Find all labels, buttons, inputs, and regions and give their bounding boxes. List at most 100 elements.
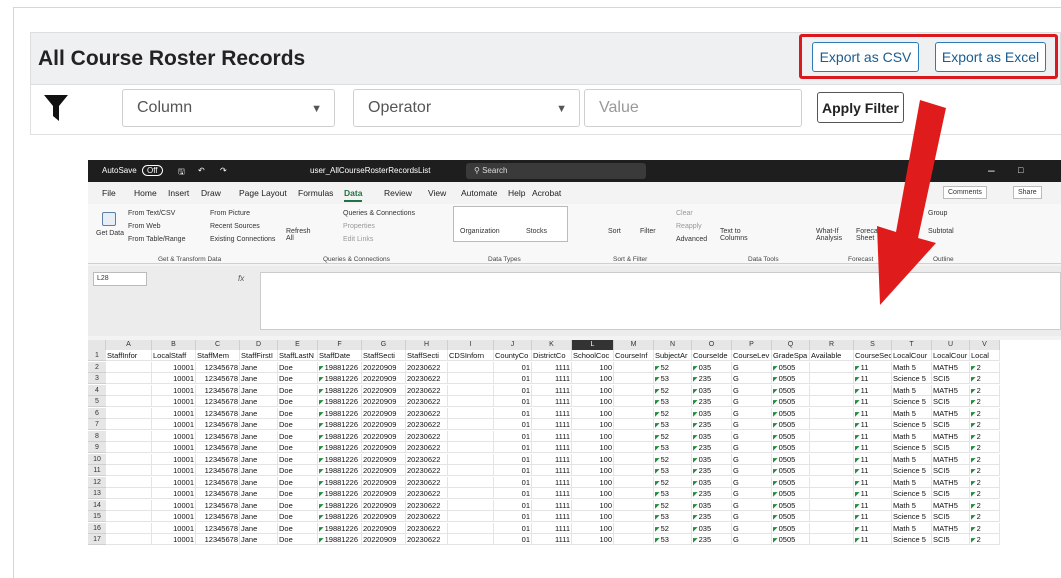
data-cell[interactable]: 01 bbox=[494, 511, 532, 522]
data-cell[interactable]: Doe bbox=[278, 499, 318, 511]
column-header-S[interactable]: S bbox=[854, 340, 892, 350]
redo-icon[interactable]: ↷ bbox=[220, 166, 227, 175]
data-cell[interactable] bbox=[614, 373, 654, 384]
data-cell[interactable]: 01 bbox=[494, 373, 532, 384]
header-cell[interactable]: StaffDate bbox=[318, 350, 362, 361]
apply-filter-button[interactable]: Apply Filter bbox=[817, 92, 904, 123]
data-cell[interactable]: 20220909 bbox=[362, 407, 406, 419]
data-cell[interactable] bbox=[448, 396, 494, 407]
data-cell[interactable]: G bbox=[732, 407, 772, 419]
data-cell[interactable] bbox=[448, 522, 494, 534]
data-cell[interactable]: SCI5 bbox=[932, 442, 970, 453]
row-number[interactable]: 2 bbox=[88, 361, 106, 373]
data-cell[interactable] bbox=[810, 361, 854, 373]
data-cell[interactable]: 01 bbox=[494, 534, 532, 545]
data-cell[interactable]: Jane bbox=[240, 384, 278, 396]
data-cell[interactable]: Jane bbox=[240, 534, 278, 545]
data-cell[interactable]: 01 bbox=[494, 488, 532, 499]
data-cell[interactable]: ◤11 bbox=[854, 534, 892, 545]
data-cell[interactable]: ◤11 bbox=[854, 488, 892, 499]
column-header-U[interactable]: U bbox=[932, 340, 970, 350]
data-cell[interactable]: MATH5 bbox=[932, 476, 970, 488]
data-cell[interactable]: ◤52 bbox=[654, 361, 692, 373]
data-cell[interactable]: ◤2 bbox=[970, 488, 1000, 499]
data-cell[interactable] bbox=[614, 534, 654, 545]
column-select[interactable]: Column ▼ bbox=[122, 89, 335, 127]
data-cell[interactable]: ◤2 bbox=[970, 511, 1000, 522]
data-cell[interactable]: ◤235 bbox=[692, 534, 732, 545]
data-cell[interactable]: ◤19881226 bbox=[318, 511, 362, 522]
share-button[interactable]: Share bbox=[1013, 186, 1042, 199]
data-cell[interactable]: ◤11 bbox=[854, 384, 892, 396]
data-cell[interactable]: MATH5 bbox=[932, 499, 970, 511]
data-cell[interactable]: 12345678 bbox=[196, 465, 240, 476]
comments-button[interactable]: Comments bbox=[943, 186, 987, 199]
data-cell[interactable]: Jane bbox=[240, 373, 278, 384]
data-cell[interactable] bbox=[106, 361, 152, 373]
data-cell[interactable]: ◤11 bbox=[854, 419, 892, 430]
data-cell[interactable] bbox=[810, 499, 854, 511]
data-cell[interactable]: Science 5 bbox=[892, 488, 932, 499]
data-cell[interactable]: ◤19881226 bbox=[318, 361, 362, 373]
data-cell[interactable]: Math 5 bbox=[892, 476, 932, 488]
row-number[interactable]: 5 bbox=[88, 396, 106, 407]
data-cell[interactable]: SCI5 bbox=[932, 465, 970, 476]
data-cell[interactable]: ◤035 bbox=[692, 430, 732, 442]
header-cell[interactable]: SchoolCoc bbox=[572, 350, 614, 361]
data-cell[interactable]: 10001 bbox=[152, 407, 196, 419]
data-cell[interactable]: MATH5 bbox=[932, 522, 970, 534]
data-cell[interactable]: 20230622 bbox=[406, 534, 448, 545]
data-cell[interactable]: ◤0505 bbox=[772, 419, 810, 430]
data-cell[interactable]: ◤235 bbox=[692, 488, 732, 499]
formula-input[interactable] bbox=[260, 272, 1061, 330]
data-cell[interactable]: 01 bbox=[494, 430, 532, 442]
menu-automate[interactable]: Automate bbox=[461, 188, 497, 198]
data-cell[interactable]: ◤035 bbox=[692, 476, 732, 488]
data-cell[interactable]: 20230622 bbox=[406, 476, 448, 488]
from-picture-button[interactable]: From Picture bbox=[210, 210, 250, 217]
data-cell[interactable]: ◤11 bbox=[854, 373, 892, 384]
excel-search-box[interactable]: ⚲ Search bbox=[466, 163, 646, 179]
data-cell[interactable]: 12345678 bbox=[196, 361, 240, 373]
data-cell[interactable]: 1111 bbox=[532, 476, 572, 488]
data-cell[interactable]: ◤19881226 bbox=[318, 488, 362, 499]
data-cell[interactable] bbox=[448, 419, 494, 430]
data-cell[interactable]: ◤035 bbox=[692, 499, 732, 511]
data-cell[interactable]: ◤52 bbox=[654, 430, 692, 442]
data-cell[interactable] bbox=[448, 442, 494, 453]
data-cell[interactable]: SCI5 bbox=[932, 511, 970, 522]
data-cell[interactable]: Science 5 bbox=[892, 465, 932, 476]
data-cell[interactable]: 01 bbox=[494, 407, 532, 419]
row-number[interactable]: 7 bbox=[88, 419, 106, 430]
data-cell[interactable] bbox=[106, 534, 152, 545]
existing-connections-button[interactable]: Existing Connections bbox=[210, 236, 275, 243]
data-cell[interactable]: ◤53 bbox=[654, 534, 692, 545]
data-cell[interactable]: Jane bbox=[240, 396, 278, 407]
row-number[interactable]: 9 bbox=[88, 442, 106, 453]
data-cell[interactable]: Doe bbox=[278, 373, 318, 384]
queries-connections-button[interactable]: Queries & Connections bbox=[343, 210, 415, 217]
data-cell[interactable]: SCI5 bbox=[932, 373, 970, 384]
filter-button[interactable]: Filter bbox=[640, 228, 656, 235]
data-cell[interactable]: 10001 bbox=[152, 499, 196, 511]
data-cell[interactable] bbox=[106, 396, 152, 407]
data-cell[interactable]: 20220909 bbox=[362, 465, 406, 476]
data-cell[interactable]: SCI5 bbox=[932, 396, 970, 407]
data-cell[interactable]: 10001 bbox=[152, 384, 196, 396]
data-cell[interactable]: Jane bbox=[240, 430, 278, 442]
data-cell[interactable]: ◤52 bbox=[654, 453, 692, 465]
data-cell[interactable]: 10001 bbox=[152, 442, 196, 453]
data-cell[interactable]: 20220909 bbox=[362, 430, 406, 442]
data-cell[interactable]: 12345678 bbox=[196, 373, 240, 384]
data-cell[interactable]: 20220909 bbox=[362, 534, 406, 545]
properties-button[interactable]: Properties bbox=[343, 223, 375, 230]
reapply-button[interactable]: Reapply bbox=[676, 223, 702, 230]
what-if-button[interactable]: What-If Analysis bbox=[816, 228, 852, 242]
data-cell[interactable]: ◤035 bbox=[692, 522, 732, 534]
data-cell[interactable] bbox=[106, 373, 152, 384]
data-cell[interactable] bbox=[106, 430, 152, 442]
data-cell[interactable] bbox=[614, 476, 654, 488]
header-cell[interactable]: SubjectAr bbox=[654, 350, 692, 361]
from-text-csv-button[interactable]: From Text/CSV bbox=[128, 210, 175, 217]
data-cell[interactable]: Jane bbox=[240, 476, 278, 488]
